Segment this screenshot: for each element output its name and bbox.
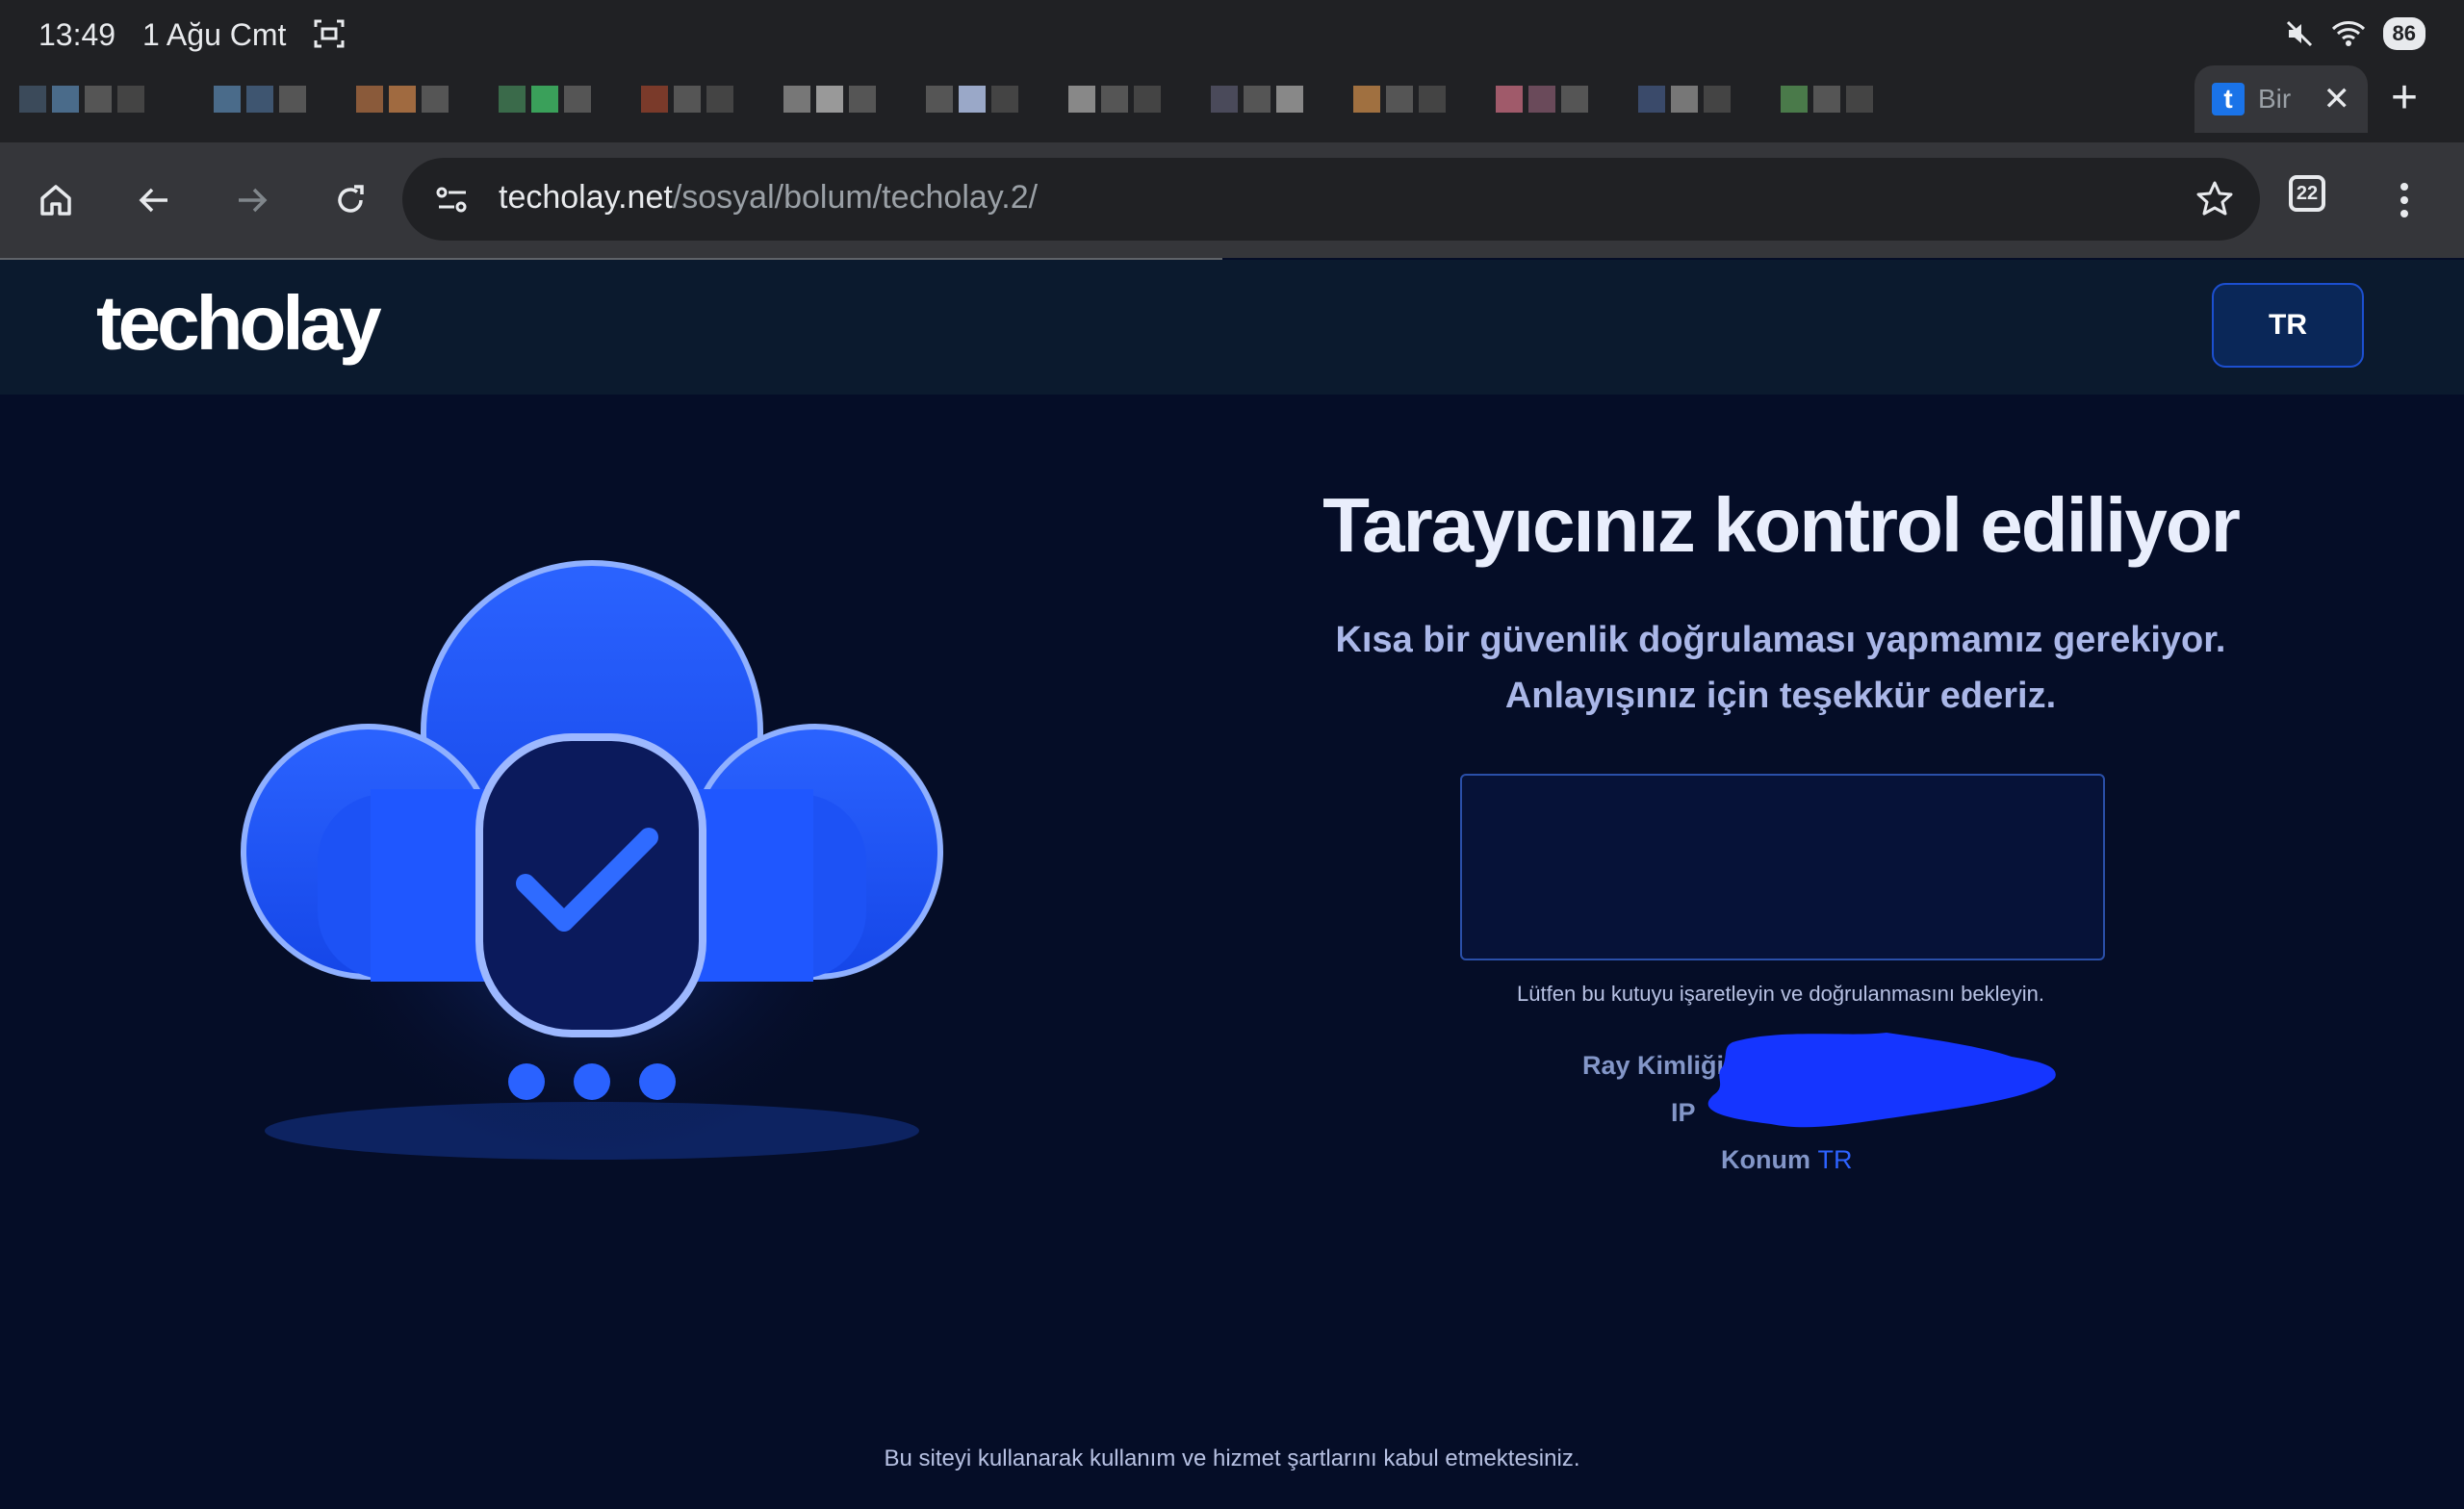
verification-widget[interactable] [1460,774,2105,960]
new-tab-button[interactable]: + [2391,71,2418,124]
more-vert-icon [2400,183,2408,217]
site-favicon: t [2212,83,2245,115]
site-settings-icon[interactable] [433,181,472,219]
location-row: Konum TR [1721,1145,1853,1175]
site-logo[interactable]: techolay [96,279,382,368]
status-time: 13:49 [38,17,116,52]
mute-icon [2286,20,2312,47]
page-title: Tarayıcınız kontrol ediliyor [1322,482,2241,568]
forward-button[interactable] [223,171,281,229]
screenshot-icon [314,19,345,48]
battery-indicator: 86 [2382,17,2426,50]
home-icon [40,185,71,216]
status-date: 1 Ağu Cmt [142,17,287,52]
wifi-icon [2331,21,2365,46]
terms-footer: Bu siteyi kullanarak kullanım ve hizmet … [884,1445,1580,1471]
language-button[interactable]: TR [2212,283,2364,368]
tab-strip: t Bir ✕ + [0,58,2464,142]
redaction-scribble [1707,1033,2056,1128]
back-button[interactable] [125,171,183,229]
back-arrow-icon [139,188,167,213]
url-domain: techolay.net [499,179,673,216]
bookmark-star-icon[interactable] [2194,179,2235,219]
page-subtitle: Kısa bir güvenlik doğrulaması yapmamız g… [1232,612,2329,724]
blurred-tabs [19,69,1873,129]
ip-label: IP [1671,1098,1696,1127]
tab-title: Bir [2258,84,2292,114]
tab-switcher-button[interactable]: 22 [2289,175,2325,212]
cloud-shield-illustration [241,560,943,1160]
menu-button[interactable] [2375,171,2433,229]
verification-hint: Lütfen bu kutuyu işaretleyin ve doğrulan… [1517,982,2044,1006]
subtitle-line-2: Anlayışınız için teşekkür ederiz. [1504,676,2057,716]
close-tab-icon[interactable]: ✕ [2323,80,2351,118]
subtitle-line-1: Kısa bir güvenlik doğrulaması yapmamız g… [1335,620,2226,660]
forward-arrow-icon [239,188,268,213]
home-button[interactable] [27,171,85,229]
url-text[interactable]: techolay.net/sosyal/bolum/techolay.2/ [499,179,1038,217]
address-bar[interactable]: techolay.net/sosyal/bolum/techolay.2/ [402,158,2260,241]
active-tab[interactable]: t Bir ✕ [2194,65,2368,133]
location-value: TR [1817,1145,1853,1174]
site-header: techolay TR [0,260,2464,395]
reload-button[interactable] [321,171,379,229]
browser-toolbar: techolay.net/sosyal/bolum/techolay.2/ 22 [0,142,2464,258]
location-label: Konum [1721,1145,1810,1174]
reload-icon [338,185,364,213]
url-path: /sosyal/bolum/techolay.2/ [672,179,1039,216]
